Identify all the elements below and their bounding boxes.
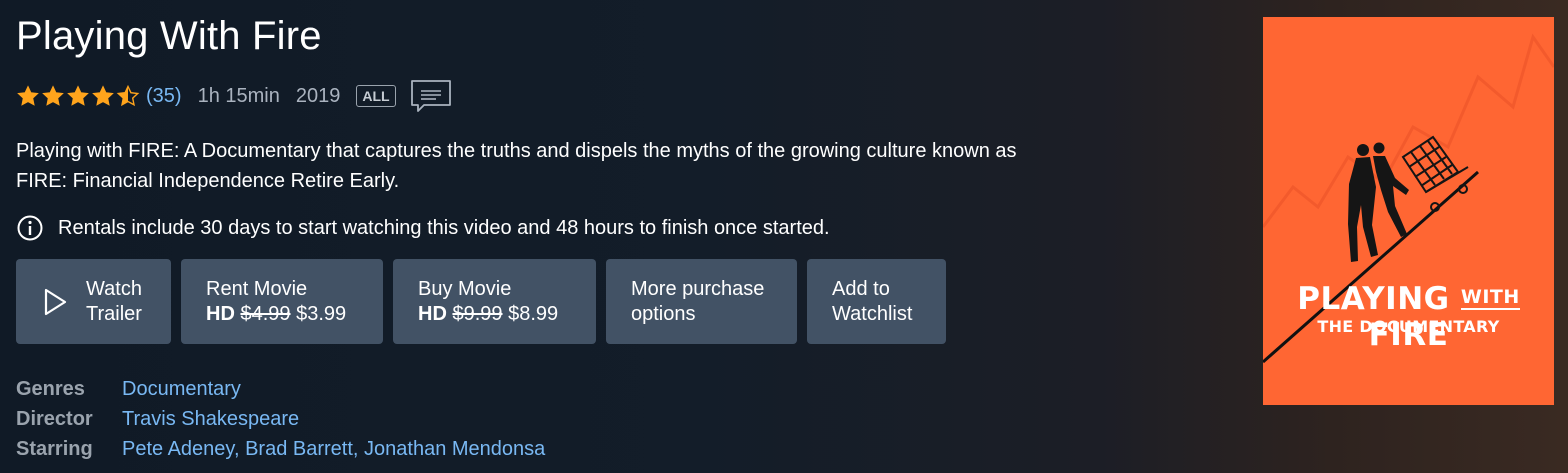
add-to-watchlist-button[interactable]: Add to Watchlist — [807, 259, 946, 344]
poster-subtitle: THE DOCUMENTARY — [1317, 317, 1500, 336]
buy-quality: HD — [418, 302, 447, 325]
watch-trailer-line1: Watch — [86, 277, 142, 300]
poster-title-playing: PLAYING — [1297, 281, 1450, 317]
genre-link[interactable]: Documentary — [122, 378, 241, 400]
half-star-icon — [116, 84, 140, 107]
rent-movie-label: Rent Movie — [206, 277, 308, 300]
buy-old-price: $9.99 — [452, 302, 503, 325]
starring-label: Starring — [16, 438, 93, 460]
more-options-line2: options — [631, 302, 696, 325]
watch-trailer-button[interactable]: Watch Trailer — [16, 259, 171, 344]
star-icon — [17, 85, 39, 106]
maturity-rating-badge: ALL — [356, 85, 396, 107]
info-icon — [17, 215, 43, 241]
watchlist-line1: Add to — [832, 277, 890, 300]
star-rating[interactable] — [16, 84, 140, 108]
star-icon — [67, 85, 89, 106]
rent-price-line: HD $4.99 $3.99 — [206, 302, 346, 327]
movie-poster[interactable]: PLAYING WITH FIRE THE DOCUMENTARY — [1263, 17, 1554, 405]
cast-link[interactable]: Jonathan Mendonsa — [364, 438, 545, 460]
star-icon — [42, 85, 64, 106]
star-icon — [92, 85, 114, 106]
starring-row: Starring Pete Adeney, Brad Barrett, Jona… — [16, 434, 545, 464]
buy-price: $8.99 — [508, 302, 559, 325]
watchlist-line2: Watchlist — [832, 302, 913, 325]
rent-movie-button[interactable]: Rent Movie HD $4.99 $3.99 — [181, 259, 383, 344]
rent-old-price: $4.99 — [240, 302, 291, 325]
rent-price: $3.99 — [296, 302, 347, 325]
watch-trailer-line2: Trailer — [86, 302, 142, 325]
buy-price-line: HD $9.99 $8.99 — [418, 302, 558, 327]
poster-title-with: WITH — [1460, 286, 1520, 310]
rating-count[interactable]: (35) — [146, 85, 182, 108]
cast-link[interactable]: Brad Barrett — [245, 438, 353, 460]
more-options-line1: More purchase — [631, 277, 765, 300]
rental-info: Rentals include 30 days to start watchin… — [16, 214, 830, 242]
genres-label: Genres — [16, 378, 85, 400]
synopsis: Playing with FIRE: A Documentary that ca… — [16, 140, 1017, 192]
closed-captions-icon — [410, 80, 451, 112]
rental-note-text: Rentals include 30 days to start watchin… — [58, 216, 830, 239]
cast-link[interactable]: Pete Adeney — [122, 438, 234, 460]
more-purchase-options-button[interactable]: More purchase options — [606, 259, 797, 344]
meta-row: (35) 1h 15min 2019 ALL — [16, 80, 452, 112]
rent-quality: HD — [206, 302, 235, 325]
release-year: 2019 — [295, 84, 341, 107]
director-label: Director — [16, 408, 93, 430]
action-buttons: Watch Trailer Rent Movie HD $4.99 $3.99 … — [16, 259, 946, 344]
buy-movie-button[interactable]: Buy Movie HD $9.99 $8.99 — [393, 259, 596, 344]
director-row: Director Travis Shakespeare — [16, 404, 545, 434]
director-link[interactable]: Travis Shakespeare — [122, 408, 299, 430]
buy-movie-label: Buy Movie — [418, 277, 512, 300]
play-icon — [44, 288, 67, 315]
page-title: Playing With Fire — [16, 14, 322, 58]
runtime: 1h 15min — [197, 84, 280, 107]
genres-row: Genres Documentary — [16, 374, 545, 404]
details-list: Genres Documentary Director Travis Shake… — [16, 374, 545, 464]
